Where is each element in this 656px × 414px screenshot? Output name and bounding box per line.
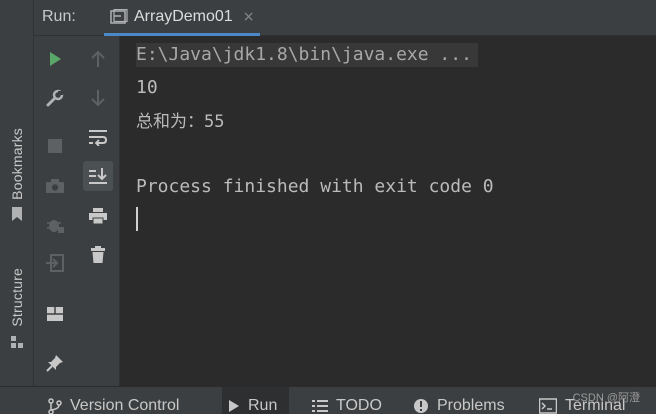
bookmarks-label: Bookmarks [9,128,25,200]
printer-icon [89,208,107,225]
console-output[interactable]: E:\Java\jdk1.8\bin\java.exe ... 10 总和为：5… [120,36,656,386]
console-exit-line: Process finished with exit code 0 [136,176,494,197]
run-bottom-tab[interactable]: Run [222,387,290,414]
camera-icon [46,179,64,193]
play-icon [50,52,61,66]
run-tool-window-header: Run: ArrayDemo01 × [34,0,656,36]
dump-threads-button[interactable] [40,171,70,201]
info-icon [414,399,428,413]
arrow-up-icon [91,50,105,67]
problems-label: Problems [437,397,505,414]
structure-label: Structure [9,268,25,327]
scroll-to-end-icon [89,168,107,184]
down-stack-button[interactable] [83,83,113,113]
problems-tab[interactable]: Problems [413,387,505,414]
edit-configuration-button[interactable] [40,83,70,113]
up-stack-button[interactable] [83,44,113,74]
print-button[interactable] [83,201,113,231]
wrench-icon [46,89,64,107]
structure-icon [11,335,23,348]
scroll-to-end-button[interactable] [83,161,113,191]
version-control-tab[interactable]: Version Control [48,387,179,414]
run-window-title: Run: [42,8,76,25]
console-icon [110,8,128,24]
bottom-tool-bar: Version Control Run TODO Problems Termin… [0,386,656,414]
layout-button[interactable] [40,299,70,329]
exit-icon [46,254,64,272]
run-toolbar-primary [34,36,76,386]
run-bottom-label: Run [248,397,278,414]
run-tab-label: ArrayDemo01 [134,7,233,25]
structure-tab[interactable]: Structure [2,268,32,349]
close-icon[interactable]: × [243,9,255,25]
run-config-tab[interactable]: ArrayDemo01 × [104,0,261,36]
todo-tab[interactable]: TODO [312,387,382,414]
stop-icon [48,139,62,153]
left-tool-strip: Bookmarks Structure [0,0,34,414]
list-icon [312,400,328,412]
text-caret [136,207,138,231]
pin-tab-button[interactable] [40,348,70,378]
clear-all-button[interactable] [83,240,113,270]
todo-label: TODO [336,397,382,414]
debug-button[interactable] [40,210,70,240]
pin-icon [46,355,63,372]
bookmark-icon [12,206,22,221]
version-control-label: Version Control [70,397,180,414]
play-icon [229,400,239,412]
console-output-line: 10 [136,77,158,98]
layout-icon [47,307,63,321]
exit-button[interactable] [40,248,70,278]
soft-wrap-button[interactable] [83,122,113,152]
console-command-line: E:\Java\jdk1.8\bin\java.exe ... [136,43,478,67]
terminal-icon [539,398,557,414]
stop-button[interactable] [40,131,70,161]
branch-icon [48,398,62,414]
rerun-button[interactable] [40,44,70,74]
watermark: CSDN @阿澄 [572,392,640,404]
soft-wrap-icon [89,130,108,146]
bug-icon [47,220,64,233]
arrow-down-icon [91,90,105,107]
trash-icon [91,246,105,263]
run-toolbar-secondary [76,36,120,386]
bookmarks-tab[interactable]: Bookmarks [2,128,32,222]
console-output-line: 总和为：55 [136,112,225,132]
